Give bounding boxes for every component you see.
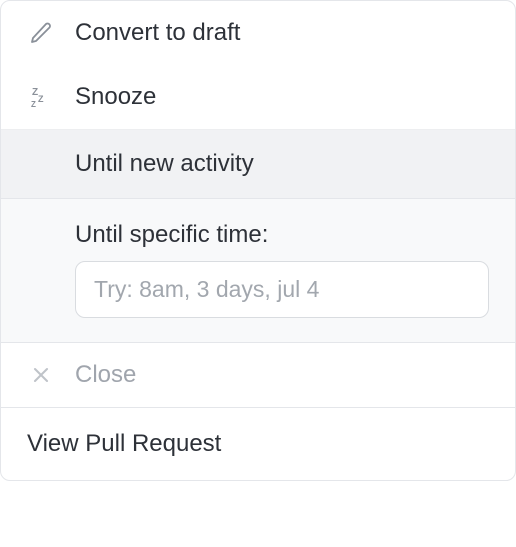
close-label: Close bbox=[75, 361, 136, 389]
svg-text:Z: Z bbox=[31, 100, 36, 109]
snooze-time-input[interactable] bbox=[75, 261, 489, 318]
until-new-activity-item[interactable]: Until new activity bbox=[1, 130, 515, 198]
snooze-label: Snooze bbox=[75, 83, 156, 111]
until-new-activity-label: Until new activity bbox=[75, 150, 254, 177]
view-pull-request-label: View Pull Request bbox=[27, 430, 221, 457]
time-input-wrapper bbox=[1, 261, 515, 342]
convert-to-draft-item[interactable]: Convert to draft bbox=[1, 1, 515, 65]
context-menu: Convert to draft Z Z Z Snooze Until new … bbox=[0, 0, 516, 481]
snooze-submenu: Until new activity Until specific time: bbox=[1, 129, 515, 343]
snooze-item[interactable]: Z Z Z Snooze bbox=[1, 65, 515, 129]
close-item[interactable]: Close bbox=[1, 343, 515, 407]
svg-text:Z: Z bbox=[38, 94, 44, 104]
until-specific-time-label: Until specific time: bbox=[1, 199, 515, 261]
snooze-icon: Z Z Z bbox=[27, 83, 55, 111]
view-pull-request-item[interactable]: View Pull Request bbox=[1, 408, 515, 480]
x-icon bbox=[27, 361, 55, 389]
pencil-icon bbox=[27, 19, 55, 47]
convert-to-draft-label: Convert to draft bbox=[75, 19, 240, 47]
